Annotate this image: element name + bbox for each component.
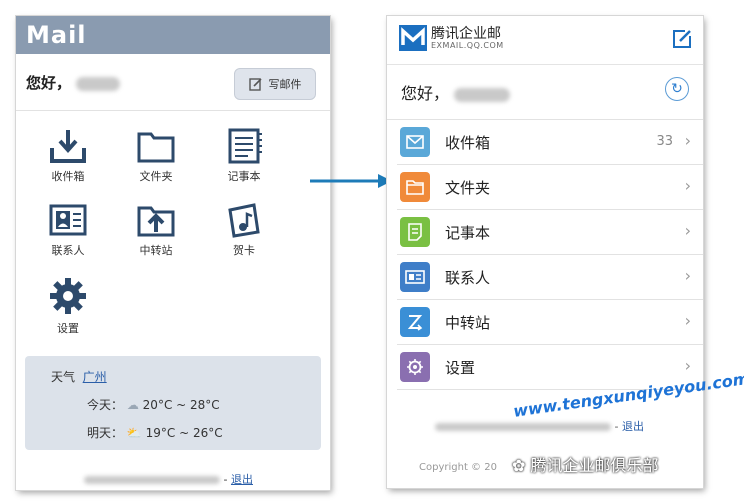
menu-item-transfer[interactable]: 中转站 ›: [397, 300, 703, 345]
greeting-card-icon: [228, 203, 260, 238]
grid-label: 中转站: [139, 244, 173, 257]
chevron-right-icon: ›: [684, 221, 691, 240]
compose-icon[interactable]: [671, 28, 693, 50]
today-label: 今天：: [87, 398, 124, 412]
refresh-icon[interactable]: ↻: [665, 77, 689, 101]
watermark-club-text: 腾讯企业邮俱乐部: [530, 456, 659, 475]
menu-label: 收件箱: [445, 134, 491, 152]
top-bar: Mail: [16, 16, 330, 54]
tomorrow-label: 明天：: [87, 426, 124, 440]
blurred-username: [454, 87, 511, 102]
logout-link[interactable]: 退出: [622, 420, 644, 433]
wechat-icon: ✿: [512, 456, 526, 475]
arrow-right-icon: [310, 174, 392, 188]
write-mail-label: 写邮件: [268, 78, 302, 91]
copyright: Copyright © 20: [419, 462, 497, 473]
greeting-text: 您好，: [401, 84, 450, 103]
greeting-text: 您好，: [26, 74, 72, 92]
blurred-account: [84, 476, 220, 484]
weather-today: 今天： ☁ 20°C ~ 28°C: [87, 396, 220, 413]
right-footer: - 退出: [435, 418, 644, 434]
menu-item-inbox[interactable]: 收件箱 33 ›: [397, 120, 703, 165]
menu-list: 收件箱 33 › 文件夹 › 记事本 › 联系人 › 中转站 › 设置 ›: [387, 119, 703, 390]
blurred-username: [76, 76, 121, 91]
chevron-right-icon: ›: [684, 266, 691, 285]
compose-icon: [248, 78, 262, 91]
grid-label: 文件夹: [139, 170, 173, 183]
copyright-text: Copyright © 20: [419, 462, 497, 473]
folder-icon: [137, 132, 175, 163]
chevron-right-icon: ›: [684, 311, 691, 330]
chevron-right-icon: ›: [684, 176, 691, 195]
envelope-icon: [400, 127, 430, 157]
sun-cloud-icon: ⛅: [126, 426, 142, 440]
menu-label: 记事本: [445, 224, 491, 242]
divider: [16, 110, 330, 111]
chevron-right-icon: ›: [684, 356, 691, 375]
grid-item-contacts[interactable]: 联系人: [33, 202, 103, 258]
grid-label: 设置: [57, 322, 79, 335]
menu-item-notebook[interactable]: 记事本 ›: [397, 210, 703, 255]
grid-item-transfer[interactable]: 中转站: [121, 202, 191, 258]
grid-label: 收件箱: [51, 170, 85, 183]
greeting: 您好，: [26, 72, 121, 93]
exmail-logo-icon: [399, 25, 427, 51]
menu-item-folder[interactable]: 文件夹 ›: [397, 165, 703, 210]
header: 腾讯企业邮 EXMAIL.QQ.COM: [387, 16, 703, 65]
grid-label: 记事本: [227, 170, 261, 183]
chevron-right-icon: ›: [684, 131, 691, 150]
grid-label: 贺卡: [233, 244, 255, 257]
contact-card-icon: [400, 262, 430, 292]
grid-item-card[interactable]: 贺卡: [209, 202, 279, 258]
menu-label: 联系人: [445, 269, 491, 287]
menu-label: 文件夹: [445, 179, 491, 197]
tomorrow-range: 19°C ~ 26°C: [145, 426, 223, 440]
notebook-icon: [228, 128, 262, 164]
transfer-folder-icon: [137, 206, 175, 237]
inbox-download-icon: [50, 130, 86, 163]
grid-item-settings[interactable]: 设置: [33, 276, 103, 336]
unread-count: 33: [656, 134, 673, 149]
weather-tomorrow: 明天： ⛅ 19°C ~ 26°C: [87, 424, 223, 441]
weather-header: 天气 广州: [51, 368, 107, 385]
cloud-icon: ☁: [126, 398, 139, 412]
left-footer: - 退出: [84, 471, 253, 487]
gear-icon: [400, 352, 430, 382]
grid-item-notebook[interactable]: 记事本: [209, 128, 279, 184]
greeting: 您好，: [401, 80, 511, 104]
transfer-icon: [400, 307, 430, 337]
weather-panel: 天气 广州 今天： ☁ 20°C ~ 28°C 明天： ⛅ 19°C ~ 26°…: [25, 356, 321, 450]
today-range: 20°C ~ 28°C: [142, 398, 220, 412]
city-link[interactable]: 广州: [83, 370, 107, 384]
menu-label: 设置: [445, 359, 476, 377]
grid-item-inbox[interactable]: 收件箱: [33, 128, 103, 184]
grid-item-folder[interactable]: 文件夹: [121, 128, 191, 184]
weather-title: 天气: [51, 370, 76, 384]
contacts-card-icon: [49, 204, 87, 236]
blurred-account: [435, 423, 611, 431]
brand-name: 腾讯企业邮: [431, 26, 501, 42]
note-icon: [400, 217, 430, 247]
grid-label: 联系人: [51, 244, 85, 257]
mail-logo: Mail: [26, 21, 87, 49]
logout-link[interactable]: 退出: [231, 473, 253, 486]
old-mail-screen: Mail 您好， 写邮件 收件箱 文件夹 记事本 联系人 中转站 贺卡 设置 天…: [16, 16, 330, 490]
brand-domain: EXMAIL.QQ.COM: [431, 41, 504, 50]
new-mail-screen: 腾讯企业邮 EXMAIL.QQ.COM 您好， ↻ 收件箱 33 › 文件夹 ›: [387, 16, 703, 488]
gear-icon: [50, 278, 86, 314]
watermark-club: ✿ 腾讯企业邮俱乐部: [512, 452, 659, 476]
folder-icon: [400, 172, 430, 202]
write-mail-button[interactable]: 写邮件: [234, 68, 316, 100]
menu-item-contacts[interactable]: 联系人 ›: [397, 255, 703, 300]
menu-label: 中转站: [445, 314, 491, 332]
